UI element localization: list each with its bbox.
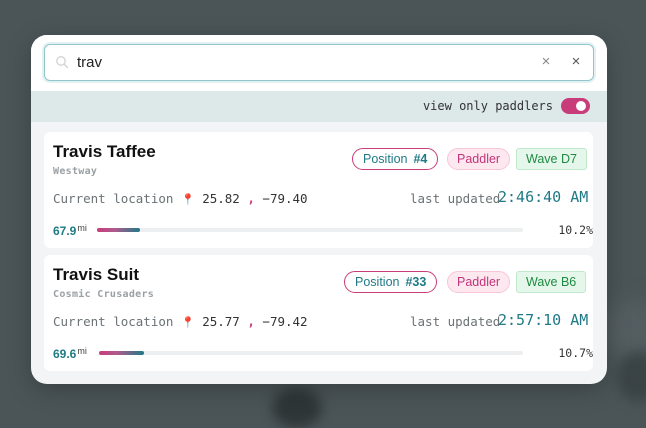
location-row: Current location 📍 25.82 , −79.40 bbox=[53, 191, 308, 206]
progress-track bbox=[99, 351, 523, 355]
result-card[interactable]: Travis Suit Cosmic Crusaders Position #33… bbox=[44, 255, 593, 371]
position-badge: Position #4 bbox=[352, 148, 439, 170]
search-modal: × × view only paddlers Travis Taffee Wes… bbox=[31, 35, 607, 384]
location-label: Current location bbox=[53, 314, 174, 329]
filter-bar: view only paddlers bbox=[31, 91, 607, 122]
result-card[interactable]: Travis Taffee Westway Position #4 Paddler… bbox=[44, 132, 593, 248]
search-icon bbox=[56, 56, 69, 69]
latitude: 25.82 bbox=[202, 191, 240, 206]
map-background-blob bbox=[272, 388, 322, 428]
last-updated-label: last updated bbox=[410, 314, 501, 329]
participant-name: Travis Suit bbox=[53, 265, 139, 284]
distance-unit: mi bbox=[77, 223, 87, 233]
position-badge: Position #33 bbox=[344, 271, 438, 293]
wave-badge: Wave B6 bbox=[516, 271, 587, 293]
progress-fill bbox=[97, 228, 141, 232]
longitude: −79.42 bbox=[262, 314, 308, 329]
search-header: × × bbox=[31, 35, 607, 91]
clear-search-button[interactable]: × bbox=[537, 53, 555, 71]
participant-name: Travis Taffee bbox=[53, 142, 156, 161]
distance-value: 67.9 bbox=[53, 224, 77, 238]
distance-unit: mi bbox=[77, 346, 87, 356]
last-updated-time: 2:57:10 AM bbox=[498, 311, 589, 329]
map-background-blob bbox=[618, 352, 646, 402]
wave-badge: Wave D7 bbox=[516, 148, 587, 170]
team-name: Westway bbox=[53, 166, 98, 177]
location-pin-icon: 📍 bbox=[180, 316, 195, 329]
role-badge: Paddler bbox=[447, 148, 511, 170]
last-updated-time: 2:46:40 AM bbox=[498, 188, 589, 206]
position-value: #4 bbox=[413, 152, 428, 166]
distance-value: 69.6 bbox=[53, 347, 77, 361]
location-pin-icon: 📍 bbox=[180, 193, 195, 206]
close-button[interactable]: × bbox=[567, 53, 585, 71]
search-box[interactable]: × × bbox=[44, 44, 594, 81]
coordinate-separator: , bbox=[247, 314, 255, 329]
location-label: Current location bbox=[53, 191, 174, 206]
position-value: #33 bbox=[405, 275, 427, 289]
longitude: −79.40 bbox=[262, 191, 308, 206]
location-row: Current location 📍 25.77 , −79.42 bbox=[53, 314, 308, 329]
progress-fill bbox=[99, 351, 145, 355]
paddler-filter-label: view only paddlers bbox=[422, 99, 553, 113]
distance: 67.9mi bbox=[53, 223, 87, 238]
position-label: Position bbox=[355, 275, 400, 289]
search-input[interactable] bbox=[77, 45, 517, 80]
paddler-filter-toggle[interactable] bbox=[561, 98, 590, 114]
progress-track bbox=[97, 228, 523, 232]
progress-percent: 10.7% bbox=[558, 346, 593, 360]
team-name: Cosmic Crusaders bbox=[53, 289, 155, 300]
progress-percent: 10.2% bbox=[558, 223, 593, 237]
last-updated-label: last updated bbox=[410, 191, 501, 206]
role-badge: Paddler bbox=[447, 271, 511, 293]
coordinate-separator: , bbox=[247, 191, 255, 206]
position-label: Position bbox=[363, 152, 408, 166]
latitude: 25.77 bbox=[202, 314, 240, 329]
toggle-knob bbox=[576, 101, 586, 111]
distance: 69.6mi bbox=[53, 346, 87, 361]
